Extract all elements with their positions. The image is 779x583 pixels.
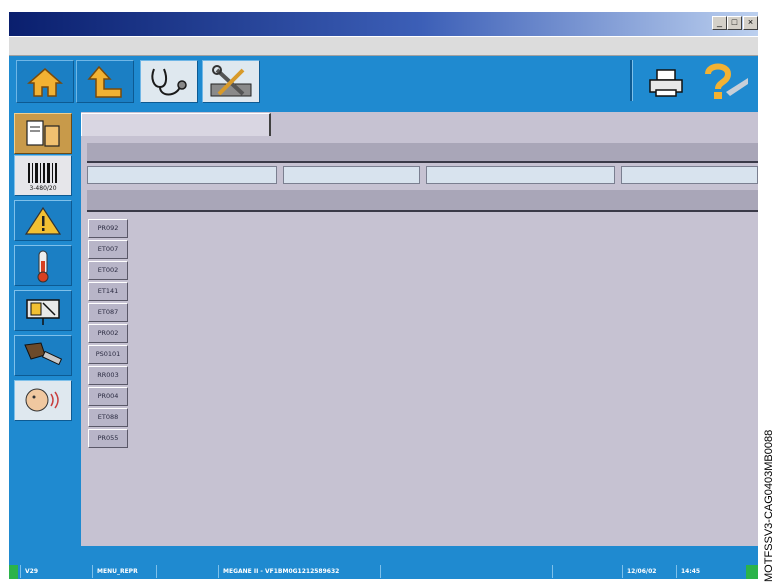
printer-icon [649,69,683,97]
svg-text:3-480/20: 3-480/20 [29,185,56,192]
tools-button[interactable] [202,60,260,103]
warning-icon [24,206,62,235]
sidebar-item-operator[interactable] [14,380,72,421]
back-up-icon [87,65,122,98]
stethoscope-icon [151,68,187,95]
menu-bar [9,37,758,56]
actuator-icon [26,298,60,325]
info-field-3 [426,166,615,184]
sidebar-item-documents[interactable] [14,113,72,154]
list-item[interactable]: PS0101 [88,345,128,364]
info-field-1 [87,166,277,184]
help-icon [705,63,748,99]
close-button[interactable]: × [743,16,758,30]
list-header [87,190,758,212]
list-item[interactable]: PR002 [88,324,128,343]
list-item[interactable]: ET007 [88,240,128,259]
info-field-4 [621,166,758,184]
status-empty-2 [380,565,550,578]
pedal-icon [24,341,63,365]
print-button[interactable] [645,66,687,100]
home-button[interactable] [16,60,74,103]
sidebar-item-temperature[interactable] [14,245,72,286]
documents-icon [26,119,60,147]
status-time: 14:45 [676,565,736,578]
sidebar-item-pedal[interactable] [14,335,72,376]
status-strip [9,548,758,562]
operator-voice-icon [25,388,59,411]
sidebar-item-barcode[interactable]: 3-480/20 [14,155,72,196]
list-item[interactable]: ET087 [88,303,128,322]
home-icon [27,67,63,97]
list-item[interactable]: PR004 [88,387,128,406]
list-item[interactable]: ET141 [88,282,128,301]
toolbar-separator [630,60,633,101]
reference-code: MOTFSSV3-CAG0403MB0088 [760,360,778,582]
status-date: 12/06/02 [622,565,674,578]
tab-main[interactable] [81,113,271,136]
status-indicator-left [9,565,18,579]
barcode-icon: 3-480/20 [28,162,57,192]
status-indicator-right [746,565,758,579]
status-empty-1 [156,565,216,578]
thermometer-icon [37,250,49,282]
status-version: V29 [20,565,90,578]
sidebar-item-warning[interactable] [14,200,72,241]
sidebar-item-actuator[interactable] [14,290,72,331]
list-item[interactable]: ET088 [88,408,128,427]
help-button[interactable] [700,62,750,102]
status-empty-3 [552,565,620,578]
info-field-2 [283,166,420,184]
up-level-button[interactable] [76,60,134,103]
list-item[interactable]: PR055 [88,429,128,448]
minimize-button[interactable]: _ [712,16,727,30]
reference-code-text: MOTFSSV3-CAG0403MB0088 [763,429,775,582]
title-bar [9,12,758,36]
tools-icon [210,64,252,96]
list-item[interactable]: RR003 [88,366,128,385]
diagnostic-button[interactable] [140,60,198,103]
status-menu: MENU_REPR [92,565,154,578]
section-header [87,143,758,163]
maximize-button[interactable]: □ [727,16,742,30]
list-item[interactable]: PR092 [88,219,128,238]
status-vehicle: MEGANE II - VF1BM0G1212589632 [218,565,378,578]
list-item[interactable]: ET002 [88,261,128,280]
